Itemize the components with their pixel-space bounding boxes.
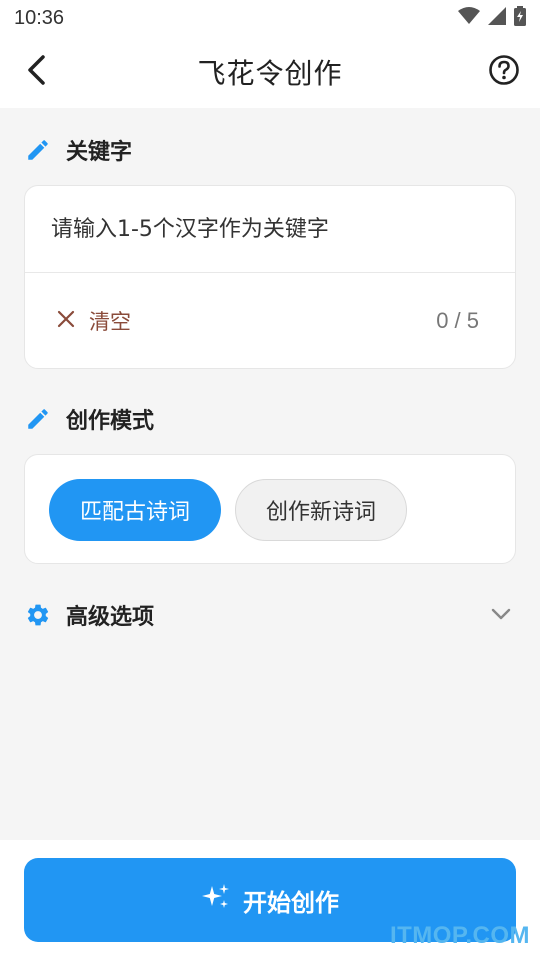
help-circle-icon — [488, 54, 520, 90]
back-button[interactable] — [18, 54, 54, 90]
status-time: 10:36 — [14, 6, 65, 29]
watermark: ITMOP.COM — [389, 922, 530, 949]
close-icon — [57, 309, 75, 333]
battery-icon — [514, 6, 526, 30]
status-bar: 10:36 — [0, 0, 540, 36]
signal-icon — [488, 7, 506, 29]
help-button[interactable] — [486, 54, 522, 90]
page-title: 飞花令创作 — [197, 57, 343, 90]
mode-section-header: 创作模式 — [24, 403, 154, 435]
clear-button[interactable]: 清空 — [57, 306, 131, 336]
advanced-options-toggle[interactable]: 高级选项 — [24, 598, 516, 632]
sparkle-icon — [201, 882, 231, 918]
pencil-icon — [24, 136, 52, 164]
wifi-icon — [458, 7, 480, 29]
mode-options: 匹配古诗词 创作新诗词 — [25, 455, 515, 565]
keyword-input[interactable] — [25, 186, 515, 272]
chevron-down-icon — [490, 606, 512, 625]
keyword-card: 清空 0 / 5 — [24, 185, 516, 369]
keyword-section-title: 关键字 — [66, 140, 133, 165]
status-icons — [458, 6, 526, 30]
mode-option-match-classic[interactable]: 匹配古诗词 — [49, 479, 221, 541]
keyword-section-header: 关键字 — [24, 134, 132, 166]
start-create-label: 开始创作 — [243, 888, 339, 917]
pencil-icon — [24, 405, 52, 433]
mode-option-create-new[interactable]: 创作新诗词 — [235, 479, 407, 541]
keyword-footer: 清空 0 / 5 — [25, 273, 515, 369]
advanced-options-title: 高级选项 — [66, 605, 155, 630]
back-arrow-icon — [25, 54, 47, 90]
app-bar: 飞花令创作 — [0, 36, 540, 108]
mode-section-title: 创作模式 — [66, 409, 155, 434]
clear-label: 清空 — [89, 310, 131, 334]
mode-card: 匹配古诗词 创作新诗词 — [24, 454, 516, 564]
character-counter: 0 / 5 — [436, 308, 479, 333]
gear-icon — [24, 601, 52, 629]
